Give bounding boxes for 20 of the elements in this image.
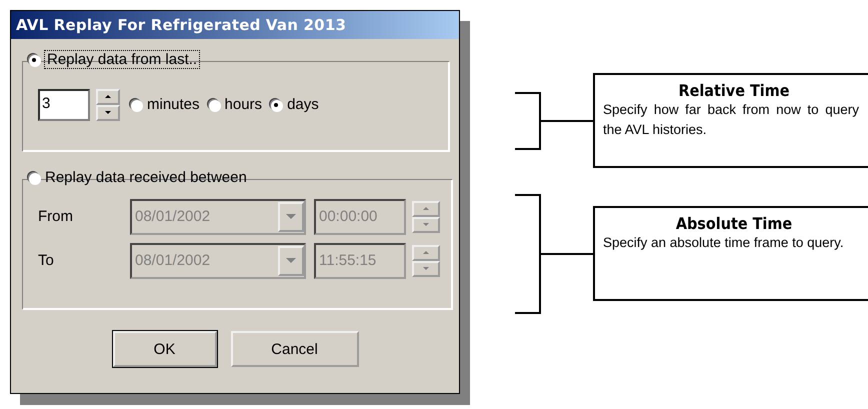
field-label: To bbox=[38, 252, 55, 269]
spin-up-button[interactable] bbox=[96, 88, 120, 104]
callout-title: Relative Time bbox=[678, 81, 790, 100]
dialog-button[interactable]: OK bbox=[112, 331, 216, 367]
callout-text: Specify how far back from now to query the AVL histories. bbox=[603, 101, 859, 139]
radio-button[interactable]: days bbox=[270, 96, 319, 113]
radio-icon[interactable] bbox=[208, 98, 220, 110]
radio-icon[interactable] bbox=[270, 98, 282, 110]
number-input-field[interactable]: 3 bbox=[38, 88, 90, 120]
radio-button[interactable]: hours bbox=[208, 96, 262, 113]
field-label: From bbox=[38, 208, 74, 225]
callout-title: Absolute Time bbox=[674, 214, 794, 233]
radio-button[interactable]: minutes bbox=[130, 96, 200, 113]
radio-icon[interactable] bbox=[130, 98, 142, 110]
window-title: AVL Replay For Refrigerated Van 2013 bbox=[16, 16, 346, 34]
spin-down-button[interactable] bbox=[96, 104, 120, 120]
dialog-button[interactable]: Cancel bbox=[230, 331, 358, 367]
callout-text: Specify an absolute time frame to query. bbox=[603, 234, 845, 252]
radio-button[interactable]: Replay data from last.. bbox=[28, 51, 200, 68]
radio-icon[interactable] bbox=[28, 54, 40, 66]
